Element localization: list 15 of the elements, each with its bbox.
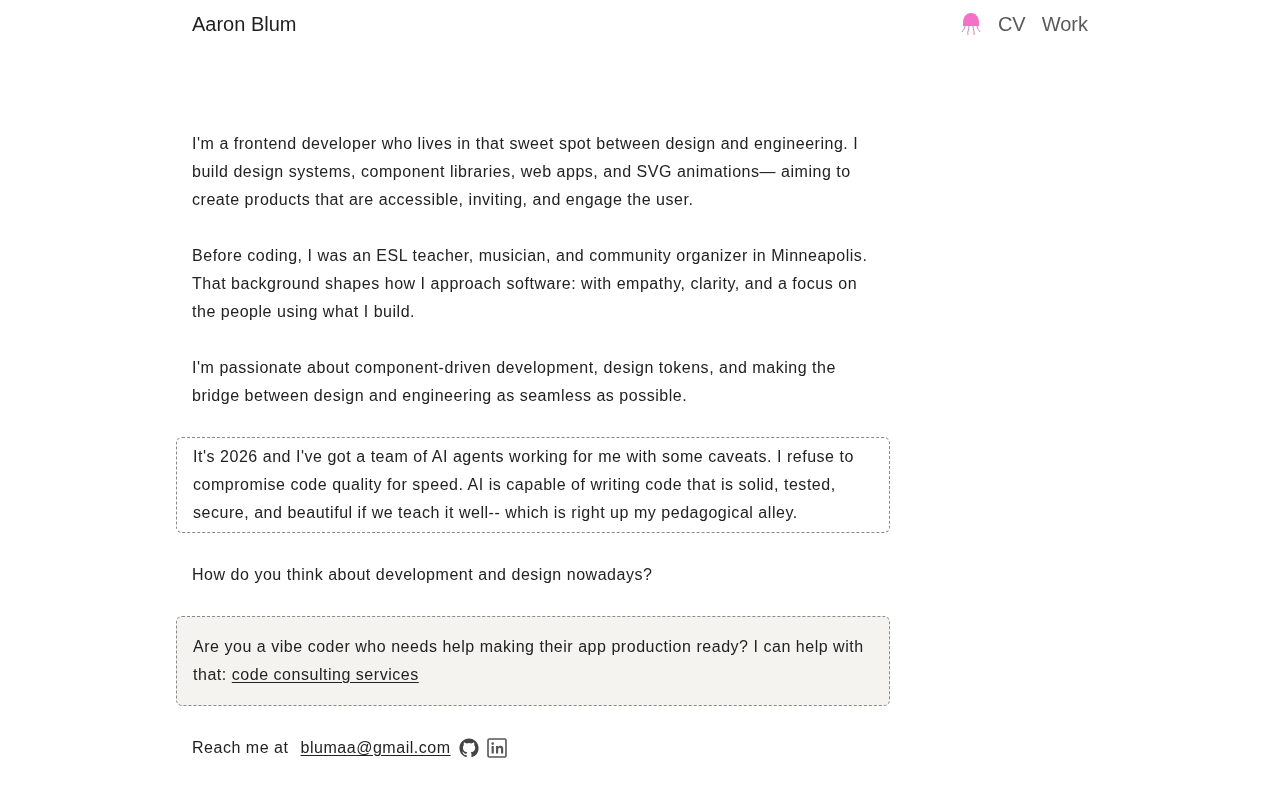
nav-link[interactable]: Work bbox=[1041, 9, 1088, 39]
nav-link[interactable]: CV bbox=[997, 9, 1026, 39]
intro-paragraph: I'm a frontend developer who lives in that sweet spot between design and engineering. I build design systems, component libraries, web apps, and SVG animations— aiming to create products that are accessible, inviting, and engage the user. bbox=[192, 134, 860, 210]
jellyfish-logo-icon bbox=[959, 12, 982, 36]
github-icon[interactable] bbox=[458, 738, 479, 758]
intro-paragraph: Before coding, I was an ESL teacher, musician, and community organizer in Minneapolis. That background shapes how I approach software: with empathy, clarity, and a focus on the people using what I build. bbox=[192, 246, 869, 322]
intro-paragraph: I'm passionate about component-driven development, design tokens, and making the bridge between design and engineering as seamless as possible. bbox=[192, 358, 837, 406]
site-name[interactable]: Aaron Blum bbox=[192, 9, 297, 39]
consulting-text: Are you a vibe coder who needs help making their app production ready? I can help with that: code consulting services bbox=[193, 637, 865, 685]
contact-label: Reach me at bbox=[192, 738, 289, 758]
question-text: How do you think about development and design nowadays? bbox=[192, 565, 654, 585]
ai-note-text: It's 2026 and I've got a team of AI agents working for me with some caveats. I refuse to compromise code quality for speed. AI is capable of writing code that is solid, tested, secure, and beautiful if we teach it well-- which is right up my pedagogical alley. bbox=[193, 447, 855, 523]
consulting-link[interactable]: code consulting services bbox=[231, 666, 419, 683]
email-link[interactable]: blumaa@gmail.com bbox=[300, 734, 451, 762]
linkedin-icon[interactable] bbox=[486, 738, 507, 758]
